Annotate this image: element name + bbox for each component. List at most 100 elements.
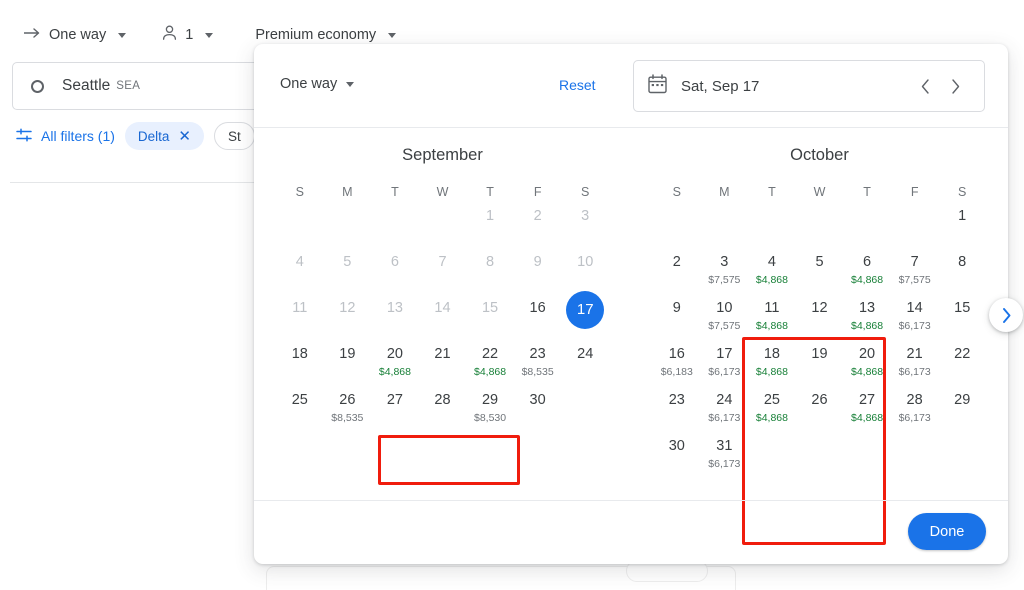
circle-origin-icon — [31, 79, 44, 93]
week-row: 16 $6,183 17 $6,173 18 $4,868 19 20 $4,868 21 $6,1… — [653, 341, 986, 387]
dialog-trip-type-selector[interactable]: One way — [280, 76, 355, 92]
day-number: 12 — [339, 300, 356, 316]
dialog-trip-type-label: One way — [280, 76, 338, 92]
passenger-count-label: 1 — [185, 27, 194, 43]
day-number: 14 — [906, 300, 923, 316]
day-cell-october-19[interactable]: 19 — [796, 341, 844, 387]
done-button[interactable]: Done — [908, 513, 986, 550]
day-cell-september-14: 14 — [419, 295, 467, 341]
day-price: $4,868 — [851, 320, 884, 332]
filters-bar: All filters (1) Delta ✕ St — [16, 122, 255, 150]
day-cell-october-18[interactable]: 18 $4,868 — [748, 341, 796, 387]
departure-date-field[interactable]: Sat, Sep 17 — [633, 60, 985, 112]
day-cell-october-15[interactable]: 15 — [938, 295, 986, 341]
next-months-button[interactable] — [989, 298, 1023, 332]
day-cell-september-21[interactable]: 21 — [419, 341, 467, 387]
prev-date-button[interactable] — [910, 71, 940, 101]
day-cell-october-31[interactable]: 31 $6,173 — [701, 433, 749, 479]
day-number: 30 — [668, 438, 685, 454]
day-cell-september-19[interactable]: 19 — [324, 341, 372, 387]
day-cell-september-30[interactable]: 30 — [514, 387, 562, 433]
day-cell-october-20[interactable]: 20 $4,868 — [843, 341, 891, 387]
day-cell-september-29[interactable]: 29 $8,530 — [466, 387, 514, 433]
day-cell-october-3[interactable]: 3 $7,575 — [701, 249, 749, 295]
day-cell-september-28[interactable]: 28 — [419, 387, 467, 433]
day-cell-october-16[interactable]: 16 $6,183 — [653, 341, 701, 387]
day-number: 19 — [339, 346, 356, 362]
chevron-down-icon — [118, 32, 127, 38]
day-cell-september-26[interactable]: 26 $8,535 — [324, 387, 372, 433]
day-cell-september-24[interactable]: 24 — [561, 341, 609, 387]
day-price: $4,868 — [851, 412, 884, 424]
day-number: 5 — [815, 254, 824, 270]
day-number: 16 — [668, 346, 685, 362]
week-row: 1 — [653, 203, 986, 249]
day-price: $6,173 — [708, 458, 741, 470]
day-cell-october-4[interactable]: 4 $4,868 — [748, 249, 796, 295]
day-cell-october-9[interactable]: 9 — [653, 295, 701, 341]
cabin-class-label: Premium economy — [255, 27, 377, 43]
day-cell-september-23[interactable]: 23 $8,535 — [514, 341, 562, 387]
day-cell-september-18[interactable]: 18 — [276, 341, 324, 387]
month-october: October S M T W T F S 1 2 3 $7,575 4 $4,868 5 6 $4,868 7 $… — [631, 142, 1008, 479]
day-cell-october-24[interactable]: 24 $6,173 — [701, 387, 749, 433]
reset-button[interactable]: Reset — [559, 77, 596, 93]
close-icon[interactable]: ✕ — [178, 129, 191, 144]
day-cell-october-1[interactable]: 1 — [938, 203, 986, 249]
day-cell-october-29[interactable]: 29 — [938, 387, 986, 433]
day-cell-october-11[interactable]: 11 $4,868 — [748, 295, 796, 341]
week-row: 1 2 3 — [276, 203, 609, 249]
day-cell-september-1: 1 — [466, 203, 514, 249]
week-row: 4 5 6 7 8 9 10 — [276, 249, 609, 295]
day-number: 25 — [291, 392, 308, 408]
next-date-button[interactable] — [940, 71, 970, 101]
day-cell-october-27[interactable]: 27 $4,868 — [843, 387, 891, 433]
day-cell-october-22[interactable]: 22 — [938, 341, 986, 387]
filter-chip-delta[interactable]: Delta ✕ — [124, 122, 204, 150]
day-cell-october-2[interactable]: 2 — [653, 249, 701, 295]
day-number: 13 — [386, 300, 403, 316]
day-cell-september-25[interactable]: 25 — [276, 387, 324, 433]
day-cell-october-12[interactable]: 12 — [796, 295, 844, 341]
week-row: 18 19 20 $4,868 21 22 $4,868 23 $8,535 24 — [276, 341, 609, 387]
day-cell-october-26[interactable]: 26 — [796, 387, 844, 433]
trip-type-selector[interactable]: One way — [14, 23, 136, 47]
day-cell-october-23[interactable]: 23 — [653, 387, 701, 433]
day-cell-october-6[interactable]: 6 $4,868 — [843, 249, 891, 295]
day-cell-october-21[interactable]: 21 $6,173 — [891, 341, 939, 387]
day-price: $4,868 — [474, 366, 507, 378]
day-cell-september-12: 12 — [324, 295, 372, 341]
day-cell-october-25[interactable]: 25 $4,868 — [748, 387, 796, 433]
day-number: 27 — [858, 392, 876, 408]
day-cell-september-5: 5 — [324, 249, 372, 295]
day-cell-october-7[interactable]: 7 $7,575 — [891, 249, 939, 295]
day-cell-october-10[interactable]: 10 $7,575 — [701, 295, 749, 341]
day-price: $4,868 — [755, 412, 788, 424]
day-cell-october-28[interactable]: 28 $6,173 — [891, 387, 939, 433]
day-cell-october-8[interactable]: 8 — [938, 249, 986, 295]
day-cell-september-27[interactable]: 27 — [371, 387, 419, 433]
week-row: 23 24 $6,173 25 $4,868 26 27 $4,868 28 $6,173 29 — [653, 387, 986, 433]
chevron-down-icon — [346, 81, 355, 87]
filter-chip-stops[interactable]: St — [214, 122, 255, 150]
day-cell-october-14[interactable]: 14 $6,173 — [891, 295, 939, 341]
all-filters-button[interactable]: All filters (1) — [16, 128, 115, 145]
day-cell-september-22[interactable]: 22 $4,868 — [466, 341, 514, 387]
day-number: 10 — [716, 300, 733, 316]
passenger-selector[interactable]: 1 — [152, 21, 223, 49]
weekday-label: T — [486, 185, 494, 199]
weekday-header-row: SMTWTFS — [276, 181, 609, 203]
day-cell-october-17[interactable]: 17 $6,173 — [701, 341, 749, 387]
day-cell-october-13[interactable]: 13 $4,868 — [843, 295, 891, 341]
day-price: $7,575 — [708, 274, 741, 286]
filter-chip-label: Delta — [137, 128, 170, 144]
day-cell-september-17[interactable]: 17 — [561, 291, 609, 341]
day-number: 28 — [906, 392, 923, 408]
day-cell-october-30[interactable]: 30 — [653, 433, 701, 479]
day-number: 24 — [577, 346, 594, 362]
day-cell-september-16[interactable]: 16 — [514, 295, 562, 341]
day-cell-september-20[interactable]: 20 $4,868 — [371, 341, 419, 387]
all-filters-label: All filters (1) — [41, 128, 115, 144]
day-number: 26 — [339, 392, 356, 408]
day-cell-october-5[interactable]: 5 — [796, 249, 844, 295]
